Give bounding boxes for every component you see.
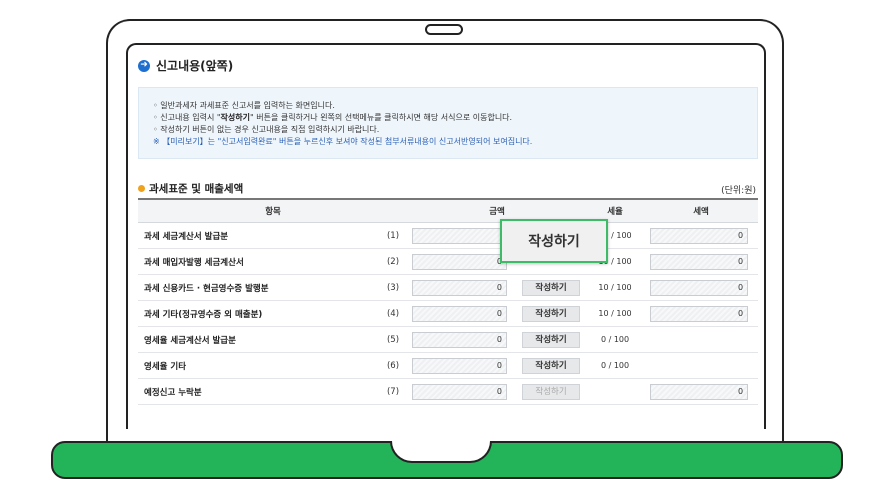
- table-row: 영세율 세금계산서 발급분 (5) 0 작성하기 0 / 100: [138, 326, 759, 353]
- tax-cell: 0: [644, 222, 759, 249]
- info-line-2-post: " 버튼을 클릭하거나 왼쪽의 선택메뉴를 클릭하시면 해당 서식으로 이동합니…: [250, 113, 513, 122]
- amount-cell: 0: [408, 352, 517, 379]
- amount-field[interactable]: 0: [412, 383, 508, 400]
- info-line-2-bold: 작성하기: [220, 113, 250, 122]
- amount-cell: 0: [408, 300, 517, 327]
- write-button[interactable]: 작성하기: [522, 305, 581, 322]
- row-number: (4): [378, 300, 409, 327]
- table-row: 과세 매입자발행 세금계산서(2)010 / 1000: [138, 248, 759, 275]
- rate-cell: [586, 378, 645, 405]
- tax-cell: 0: [644, 378, 759, 405]
- row-number: (7): [378, 378, 409, 405]
- info-line-1: ◦ 일반과세자 과세표준 신고서를 입력하는 화면입니다.: [153, 101, 335, 110]
- amount-field[interactable]: 0: [412, 331, 508, 348]
- amount-cell: 0: [408, 326, 517, 353]
- write-button-highlight[interactable]: 작성하기: [500, 219, 608, 263]
- rate-cell: 0 / 100: [586, 352, 645, 379]
- tax-table: 항목 금액 세율 세액 과세 세금계산서 발급분 (1) 10 / 100 0 과세 매…: [138, 198, 759, 405]
- amount-field[interactable]: [412, 227, 508, 244]
- arrow-right-icon: ➜: [138, 59, 150, 72]
- unit-label: (단위:원): [721, 186, 756, 196]
- row-number: (2): [378, 248, 409, 275]
- tax-cell: 0: [644, 300, 759, 327]
- row-label: 과세 세금계산서 발급분: [138, 222, 378, 249]
- info-line-2: ◦ 신고내용 입력시 "작성하기" 버튼을 클릭하거나 왼쪽의 선택메뉴를 클릭…: [153, 112, 757, 124]
- camera-icon: [425, 24, 463, 35]
- table-header-row: 항목 금액 세율 세액: [138, 198, 759, 223]
- section-title: ➜ 신고내용(앞쪽): [138, 57, 233, 74]
- row-number: (1): [378, 222, 409, 249]
- info-line-2-pre: ◦ 신고내용 입력시 ": [153, 113, 221, 122]
- write-button[interactable]: 작성하기: [522, 279, 581, 296]
- row-label: 예정신고 누락분: [138, 378, 378, 405]
- tax-cell: 0: [644, 274, 759, 301]
- bullet-icon: [138, 185, 145, 192]
- amount-field[interactable]: 0: [412, 253, 508, 270]
- table-row: 과세 기타(정규영수증 외 매출분) (4) 0 작성하기 10 / 100 0: [138, 300, 759, 327]
- header-item: 항목: [138, 198, 409, 223]
- screen: ➜ 신고내용(앞쪽) ◦ 일반과세자 과세표준 신고서를 입력하는 화면입니다.…: [126, 43, 766, 429]
- info-line-3: ◦ 작성하기 버튼이 없는 경우 신고내용을 직접 입력하시기 바랍니다.: [153, 125, 380, 134]
- tax-field[interactable]: 0: [650, 279, 749, 296]
- row-label: 과세 기타(정규영수증 외 매출분): [138, 300, 378, 327]
- amount-cell: 0: [408, 378, 517, 405]
- tax-cell: 0: [644, 248, 759, 275]
- tax-field[interactable]: 0: [650, 253, 749, 270]
- tax-field[interactable]: 0: [650, 383, 749, 400]
- amount-field[interactable]: 0: [412, 279, 508, 296]
- write-button[interactable]: 작성하기: [522, 383, 581, 400]
- row-label: 과세 매입자발행 세금계산서: [138, 248, 378, 275]
- section-title-text: 신고내용(앞쪽): [156, 59, 234, 73]
- laptop-notch: [390, 441, 492, 463]
- table-row: 영세율 기타 (6) 0 작성하기 0 / 100: [138, 352, 759, 379]
- subsection-title: 과세표준 및 매출세액: [138, 181, 243, 196]
- info-box: ◦ 일반과세자 과세표준 신고서를 입력하는 화면입니다. ◦ 신고내용 입력시…: [138, 87, 758, 159]
- row-label: 과세 신용카드 · 현금영수증 발행분: [138, 274, 378, 301]
- tax-cell: [644, 326, 759, 353]
- info-note: ※ 【미리보기】는 "신고서입력완료" 버튼을 누르신후 보셔야 작성된 첨부서…: [153, 137, 533, 146]
- write-button[interactable]: 작성하기: [522, 357, 581, 374]
- button-cell: 작성하기: [516, 378, 587, 405]
- table-row: 예정신고 누락분 (7) 0 작성하기 0: [138, 378, 759, 405]
- subsection-title-text: 과세표준 및 매출세액: [149, 183, 244, 195]
- tax-cell: [644, 352, 759, 379]
- amount-field[interactable]: 0: [412, 357, 508, 374]
- row-number: (5): [378, 326, 409, 353]
- tax-field[interactable]: 0: [650, 305, 749, 322]
- table-row: 과세 신용카드 · 현금영수증 발행분 (3) 0 작성하기 10 / 100 0: [138, 274, 759, 301]
- row-number: (6): [378, 352, 409, 379]
- button-cell: 작성하기: [516, 326, 587, 353]
- row-label: 영세율 세금계산서 발급분: [138, 326, 378, 353]
- table-row: 과세 세금계산서 발급분 (1) 10 / 100 0: [138, 222, 759, 249]
- header-tax: 세액: [644, 198, 759, 223]
- button-cell: 작성하기: [516, 300, 587, 327]
- row-number: (3): [378, 274, 409, 301]
- rate-cell: 10 / 100: [586, 274, 645, 301]
- amount-field[interactable]: 0: [412, 305, 508, 322]
- button-cell: 작성하기: [516, 274, 587, 301]
- rate-cell: 10 / 100: [586, 300, 645, 327]
- write-button[interactable]: 작성하기: [522, 331, 581, 348]
- button-cell: 작성하기: [516, 352, 587, 379]
- amount-cell: 0: [408, 274, 517, 301]
- tax-field[interactable]: 0: [650, 227, 749, 244]
- row-label: 영세율 기타: [138, 352, 378, 379]
- rate-cell: 0 / 100: [586, 326, 645, 353]
